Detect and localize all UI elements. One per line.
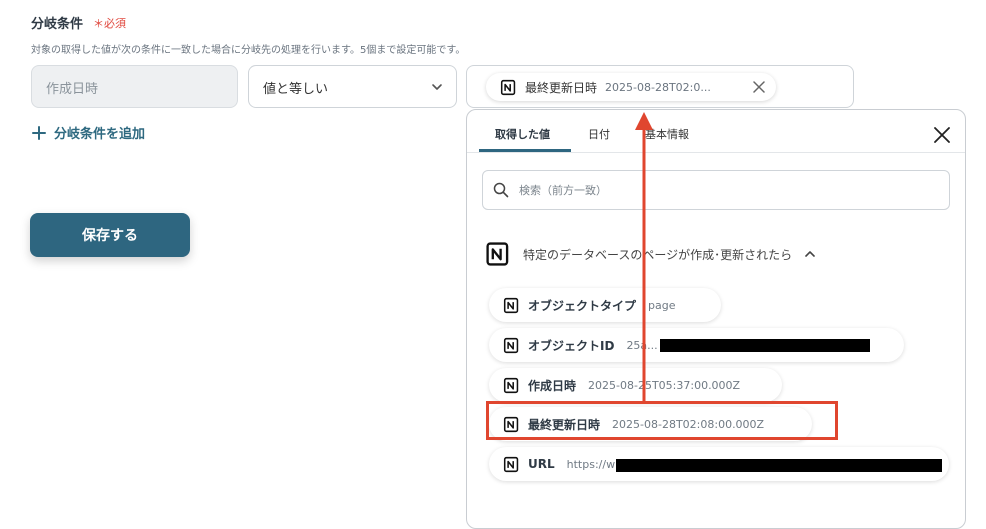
- annotation-arrow: [635, 112, 653, 401]
